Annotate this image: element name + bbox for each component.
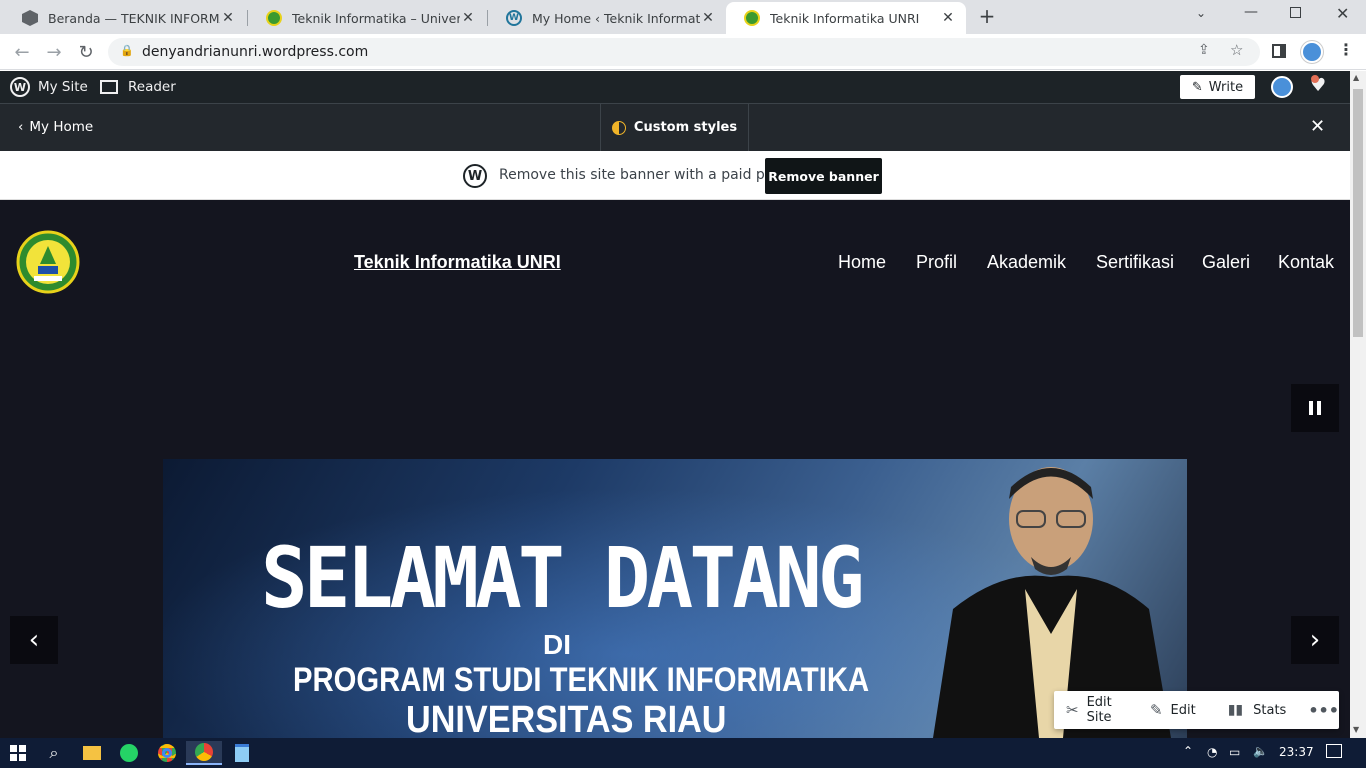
clock[interactable]: 23:37	[1279, 745, 1314, 759]
pencil-icon: ✎	[1149, 701, 1163, 719]
browser-tab-active[interactable]: Teknik Informatika UNRI ✕	[726, 2, 966, 34]
unri-logo-icon	[744, 10, 760, 26]
remove-banner-button[interactable]: Remove banner	[765, 158, 882, 194]
address-bar[interactable]: 🔒 denyandrianunri.wordpress.com ⇪ ☆	[108, 38, 1260, 66]
close-tab-icon[interactable]: ✕	[700, 10, 716, 26]
notification-center-icon[interactable]	[1326, 744, 1342, 758]
restore-button[interactable]	[1290, 7, 1301, 18]
write-button[interactable]: ✎ Write	[1180, 75, 1255, 99]
browser-menu-icon[interactable]: ⋮	[1338, 40, 1354, 59]
hero-slide: SELAMAT DATANG DI PROGRAM STUDI TEKNIK I…	[163, 459, 1187, 738]
slide-university-text: UNIVERSITAS RIAU	[406, 699, 727, 738]
chrome-active-icon[interactable]	[186, 741, 222, 765]
share-icon[interactable]: ⇪	[1198, 42, 1210, 58]
scroll-down-icon[interactable]: ▼	[1353, 725, 1359, 734]
nav-kontak[interactable]: Kontak	[1278, 252, 1334, 273]
minimize-button[interactable]: —	[1244, 4, 1258, 20]
whatsapp-icon[interactable]	[117, 741, 141, 765]
stats-button[interactable]: Stats	[1253, 703, 1286, 718]
more-options-icon[interactable]: •••	[1308, 701, 1339, 720]
chevron-left-icon: ‹	[18, 119, 24, 135]
custom-styles-button[interactable]: Custom styles	[600, 104, 749, 151]
pen-icon: ✎	[1191, 79, 1203, 95]
tab-search-icon[interactable]: ⌄	[1196, 6, 1206, 20]
wordpress-icon: W	[463, 164, 487, 188]
close-icon[interactable]: ✕	[1310, 116, 1325, 137]
paid-plan-banner: W Remove this site banner with a paid pl…	[0, 151, 1350, 200]
site-editor-header: ‹ My Home Custom styles ✕	[0, 103, 1350, 151]
banner-text: Remove this site banner with a paid plan	[499, 167, 787, 183]
wp-admin-bar: W My Site Reader ✎ Write ♥	[0, 71, 1350, 103]
wordpress-icon: W	[506, 10, 522, 26]
back-button[interactable]: ←	[10, 40, 34, 64]
nav-profil[interactable]: Profil	[916, 252, 957, 273]
reader-icon	[100, 80, 118, 94]
unri-logo-icon	[266, 10, 282, 26]
chevron-up-icon[interactable]: ⌃	[1183, 744, 1193, 758]
half-circle-icon	[611, 120, 626, 135]
bookmark-star-icon[interactable]: ☆	[1230, 41, 1243, 59]
battery-icon[interactable]: ▭	[1229, 745, 1240, 759]
user-avatar[interactable]	[1271, 76, 1293, 98]
stats-icon: ▮▮	[1227, 702, 1244, 718]
site-title[interactable]: Teknik Informatika UNRI	[354, 252, 561, 273]
slide-program-text: PROGRAM STUDI TEKNIK INFORMATIKA	[293, 661, 870, 699]
floating-edit-toolbar: ✂ Edit Site ✎ Edit ▮▮ Stats •••	[1054, 691, 1339, 729]
wordpress-icon: W	[10, 77, 30, 97]
browser-tab[interactable]: Teknik Informatika – Universitas R ✕	[248, 2, 486, 34]
edit-site-button[interactable]: Edit Site	[1087, 695, 1132, 725]
nav-galeri[interactable]: Galeri	[1202, 252, 1250, 273]
chevron-left-icon: ‹	[28, 625, 40, 655]
profile-avatar[interactable]	[1301, 41, 1323, 63]
slideshow-pause-button[interactable]	[1291, 384, 1339, 432]
windows-start-icon[interactable]	[6, 741, 30, 765]
search-icon[interactable]: ⌕	[42, 741, 66, 765]
nav-home[interactable]: Home	[838, 252, 886, 273]
slide-heading: SELAMAT DATANG	[261, 529, 865, 627]
scroll-up-icon[interactable]: ▲	[1353, 73, 1359, 82]
site-content: Teknik Informatika UNRI Home Profil Akad…	[0, 200, 1350, 738]
slide-subheading: DI	[543, 629, 571, 660]
edit-button[interactable]: Edit	[1171, 703, 1196, 718]
cube-icon	[22, 10, 38, 26]
close-tab-icon[interactable]: ✕	[220, 10, 236, 26]
tools-icon: ✂	[1066, 701, 1079, 719]
volume-icon[interactable]: 🔈	[1253, 744, 1268, 758]
forward-button[interactable]: →	[42, 40, 66, 64]
notepad-icon[interactable]	[230, 741, 254, 765]
windows-taskbar: ⌕ ⌃ ◔ ▭ 🔈 23:37	[0, 738, 1366, 768]
lock-icon: 🔒	[120, 44, 134, 57]
close-tab-icon[interactable]: ✕	[460, 10, 476, 26]
network-icon[interactable]: ◔	[1207, 745, 1217, 759]
page-scrollbar[interactable]: ▲ ▼	[1350, 71, 1366, 738]
reader-link[interactable]: Reader	[100, 71, 176, 103]
my-site-link[interactable]: W My Site	[10, 71, 88, 103]
browser-tab[interactable]: W My Home ‹ Teknik Informatika UI ✕	[488, 2, 726, 34]
chevron-right-icon: ›	[1309, 625, 1321, 655]
browser-toolbar: ← → ↻ 🔒 denyandrianunri.wordpress.com ⇪ …	[0, 34, 1366, 70]
new-tab-button[interactable]: +	[976, 4, 998, 28]
browser-tab-strip: Beranda — TEKNIK INFORMATIKA ✕ Teknik In…	[0, 0, 1366, 34]
scrollbar-thumb[interactable]	[1353, 89, 1363, 337]
close-window-button[interactable]: ✕	[1336, 4, 1349, 23]
file-explorer-icon[interactable]	[80, 741, 104, 765]
my-home-link[interactable]: ‹ My Home	[18, 119, 93, 135]
notification-badge	[1311, 75, 1319, 83]
next-slide-button[interactable]: ›	[1291, 616, 1339, 664]
pause-icon	[1309, 401, 1313, 415]
side-panel-icon[interactable]	[1272, 44, 1286, 58]
previous-slide-button[interactable]: ‹	[10, 616, 58, 664]
reload-button[interactable]: ↻	[74, 40, 98, 64]
browser-tab[interactable]: Beranda — TEKNIK INFORMATIKA ✕	[4, 2, 246, 34]
nav-akademik[interactable]: Akademik	[987, 252, 1066, 273]
chrome-icon[interactable]	[155, 741, 179, 765]
site-logo[interactable]	[16, 230, 80, 294]
close-tab-icon[interactable]: ✕	[940, 10, 956, 26]
nav-sertifikasi[interactable]: Sertifikasi	[1096, 252, 1174, 273]
